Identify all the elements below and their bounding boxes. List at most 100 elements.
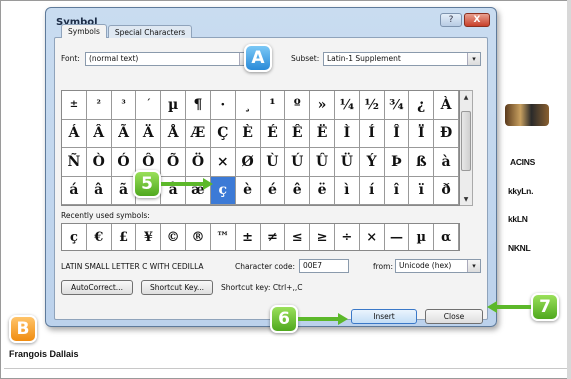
recent-symbol-cell[interactable]: × <box>360 224 385 250</box>
symbol-cell[interactable]: â <box>86 176 112 205</box>
tab-symbols[interactable]: Symbols <box>61 24 107 38</box>
recent-symbol-cell[interactable]: ≤ <box>285 224 311 250</box>
recent-symbol-cell[interactable]: ç <box>62 224 87 250</box>
symbol-cell[interactable]: · <box>210 91 236 120</box>
symbol-cell[interactable]: Â <box>86 119 112 148</box>
recent-symbol-cell[interactable]: © <box>161 224 187 250</box>
symbol-cell[interactable]: Í <box>359 119 385 148</box>
symbol-cell[interactable]: ¶ <box>186 91 211 120</box>
recent-symbol-cell[interactable]: — <box>385 224 410 250</box>
symbol-cell[interactable]: ß <box>409 148 435 177</box>
symbol-cell[interactable]: è <box>235 176 261 205</box>
recent-symbol-cell[interactable]: ≠ <box>261 224 286 250</box>
recent-symbol-cell[interactable]: ® <box>186 224 211 250</box>
symbol-cell[interactable]: À <box>434 91 459 120</box>
symbol-cell[interactable]: Ñ <box>62 148 87 177</box>
chevron-down-icon[interactable]: ▾ <box>467 53 480 65</box>
callout-b-badge: B <box>9 315 37 343</box>
help-button[interactable]: ? <box>440 13 462 27</box>
character-code-input[interactable]: 00E7 <box>299 259 349 273</box>
symbol-cell[interactable]: Ü <box>334 148 360 177</box>
symbol-cell[interactable]: Ë <box>310 119 335 148</box>
symbol-cell[interactable]: å <box>161 176 187 205</box>
symbol-cell[interactable]: Ð <box>434 119 459 148</box>
symbol-cell[interactable]: ¹ <box>260 91 286 120</box>
symbol-grid: ± ² ³ ´ µ ¶ · ¸ ¹ º» ¼ ½ ¾ ¿ À Á Â Ã Ä Å Æ Ç È É Ê Ë Ì Í Î Ï Ð Ñ Ò Ó Ô Õ Ö × Ø… <box>61 90 460 206</box>
recent-symbol-cell[interactable]: µ <box>409 224 435 250</box>
symbol-cell[interactable]: Ý <box>359 148 385 177</box>
symbol-cell[interactable]: ½ <box>359 91 385 120</box>
symbol-cell[interactable]: É <box>260 119 286 148</box>
font-select-value: (normal text) <box>89 54 139 63</box>
shortcut-key-button[interactable]: Shortcut Key... <box>141 280 213 295</box>
symbol-cell[interactable]: Ó <box>111 148 137 177</box>
close-window-button[interactable]: X <box>464 13 490 27</box>
symbol-cell[interactable]: á <box>62 176 87 205</box>
symbol-cell[interactable]: Å <box>161 119 187 148</box>
recent-symbol-cell[interactable]: ¥ <box>136 224 162 250</box>
scroll-up-icon[interactable]: ▲ <box>460 91 472 103</box>
symbol-grid-scrollbar[interactable]: ▲ ▼ <box>460 90 473 206</box>
symbol-cell[interactable]: ê <box>285 176 311 205</box>
symbol-cell[interactable]: í <box>359 176 385 205</box>
symbol-cell[interactable]: Á <box>62 119 87 148</box>
symbol-cell[interactable]: ¿ <box>409 91 435 120</box>
recent-symbol-cell[interactable]: € <box>87 224 112 250</box>
symbol-cell[interactable]: ± <box>62 91 87 120</box>
scroll-thumb[interactable] <box>461 111 471 171</box>
insert-button[interactable]: Insert <box>351 309 417 324</box>
tab-special-characters[interactable]: Special Characters <box>107 25 193 38</box>
symbol-cell[interactable]: ¸ <box>235 91 261 120</box>
symbol-cell[interactable]: Ç <box>210 119 236 148</box>
symbol-cell[interactable]: ì <box>334 176 360 205</box>
symbol-cell[interactable]: Ø <box>235 148 261 177</box>
symbol-cell[interactable]: º <box>285 91 311 120</box>
scroll-down-icon[interactable]: ▼ <box>460 193 472 205</box>
symbol-cell[interactable]: ë <box>310 176 335 205</box>
symbol-cell[interactable]: » <box>310 91 335 120</box>
symbol-cell[interactable]: Î <box>384 119 410 148</box>
symbol-cell[interactable]: é <box>260 176 286 205</box>
symbol-cell[interactable]: Ú <box>285 148 311 177</box>
symbol-cell[interactable]: Æ <box>186 119 211 148</box>
symbol-cell[interactable]: µ <box>161 91 187 120</box>
symbol-cell[interactable]: ¾ <box>384 91 410 120</box>
symbol-cell[interactable]: × <box>210 148 236 177</box>
symbol-cell[interactable]: ¼ <box>334 91 360 120</box>
from-select[interactable]: Unicode (hex) ▾ <box>395 259 481 273</box>
chevron-down-icon[interactable]: ▾ <box>467 260 480 272</box>
symbol-cell[interactable]: È <box>235 119 261 148</box>
recent-symbol-cell[interactable]: £ <box>112 224 137 250</box>
symbol-cell[interactable]: î <box>384 176 410 205</box>
symbol-cell[interactable]: Þ <box>384 148 410 177</box>
symbol-cell[interactable]: Ö <box>186 148 211 177</box>
close-button[interactable]: Close <box>425 309 483 324</box>
font-label: Font: <box>61 54 80 63</box>
symbol-cell[interactable]: Ï <box>409 119 435 148</box>
recent-symbol-cell[interactable]: ≥ <box>310 224 335 250</box>
font-select[interactable]: (normal text) ▾ <box>85 52 253 66</box>
symbol-cell[interactable]: ï <box>409 176 435 205</box>
recent-symbol-cell[interactable]: ™ <box>211 224 236 250</box>
recent-symbol-cell[interactable]: ÷ <box>335 224 360 250</box>
symbol-cell[interactable]: ´ <box>136 91 162 120</box>
symbol-cell[interactable]: à <box>434 148 459 177</box>
recent-symbol-cell[interactable]: α <box>434 224 459 250</box>
symbol-cell[interactable]: ³ <box>111 91 137 120</box>
symbol-cell[interactable]: Õ <box>161 148 187 177</box>
autocorrect-button[interactable]: AutoCorrect... <box>61 280 133 295</box>
symbol-cell-selected[interactable]: ç <box>210 176 236 205</box>
callout-6-arrow-line <box>298 317 340 321</box>
symbol-cell[interactable]: Ò <box>86 148 112 177</box>
arrow-left-icon <box>487 301 497 313</box>
symbol-cell[interactable]: ð <box>434 176 459 205</box>
recent-symbol-cell[interactable]: ± <box>236 224 261 250</box>
symbol-cell[interactable]: Ä <box>136 119 162 148</box>
subset-select[interactable]: Latin-1 Supplement ▾ <box>323 52 481 66</box>
symbol-cell[interactable]: Ì <box>334 119 360 148</box>
symbol-cell[interactable]: Ù <box>260 148 286 177</box>
symbol-cell[interactable]: ² <box>86 91 112 120</box>
symbol-cell[interactable]: Ã <box>111 119 137 148</box>
symbol-cell[interactable]: Ê <box>285 119 311 148</box>
symbol-cell[interactable]: Û <box>310 148 335 177</box>
